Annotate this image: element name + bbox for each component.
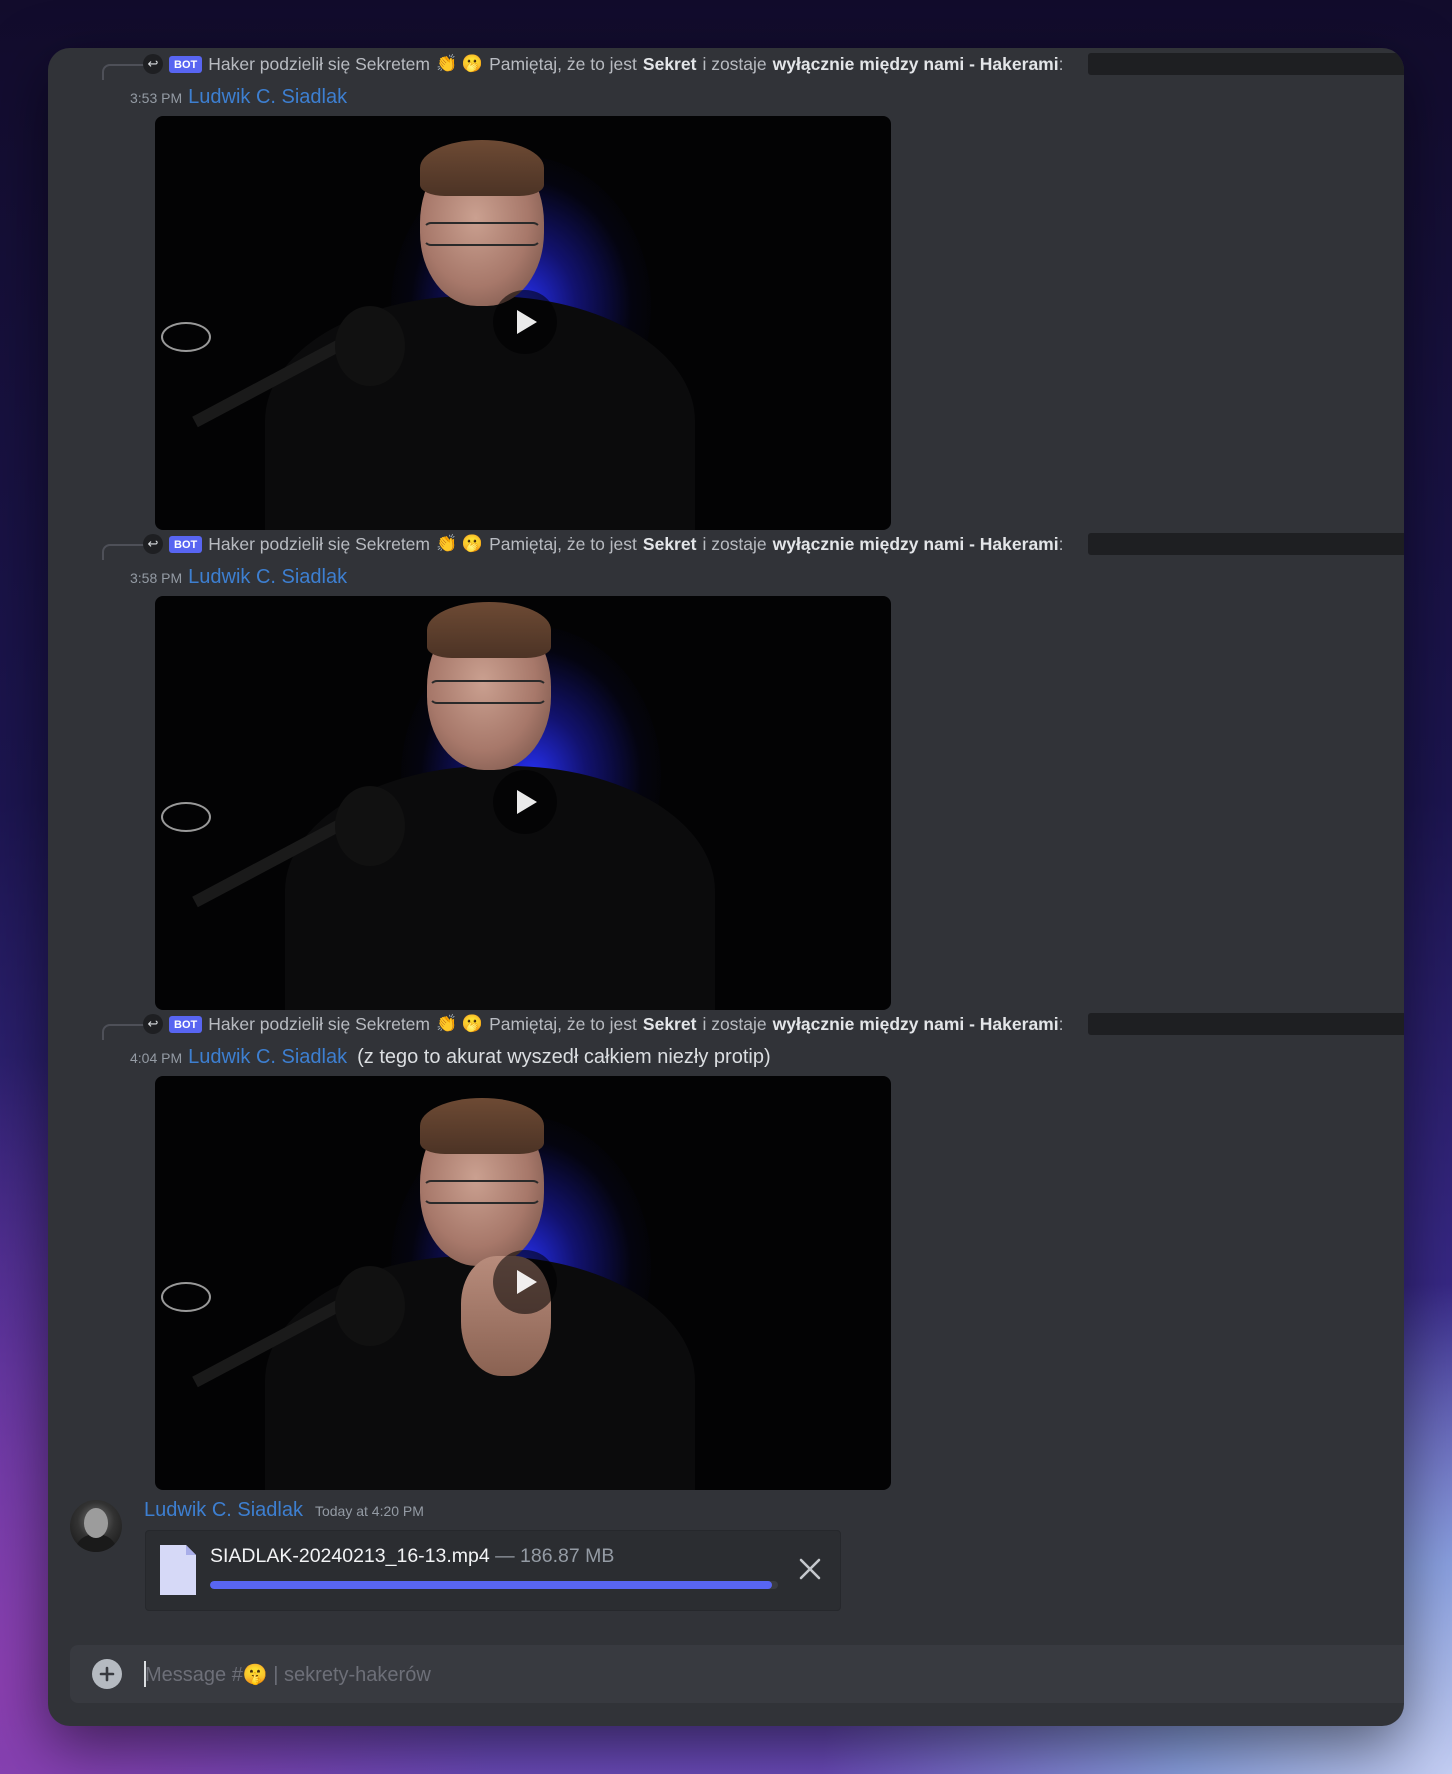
reply-lead-text: Haker podzielił się Sekretem: [208, 1013, 430, 1034]
reply-lead-text: Haker podzielił się Sekretem: [208, 53, 430, 74]
spoiler-block[interactable]: [1088, 533, 1404, 555]
message-timestamp: Today at 4:20 PM: [314, 1503, 424, 1519]
bot-tag: BOT: [169, 1015, 203, 1033]
message-timestamp: 3:58 PM: [130, 570, 183, 586]
upload-file-label: SIADLAK-20240213_16-13.mp4 — 186.87 MB: [210, 1545, 614, 1568]
video-microphone: [335, 1266, 405, 1346]
reply-colon: :: [1058, 53, 1064, 74]
author-name[interactable]: Ludwik C. Siadlak: [188, 1046, 347, 1069]
video-hair: [427, 602, 551, 658]
video-microphone: [335, 306, 405, 386]
reply-mid-text-2: i zostaje: [702, 533, 767, 554]
plus-icon: [99, 1666, 115, 1682]
video-torso: [265, 296, 695, 530]
author-name[interactable]: Ludwik C. Siadlak: [188, 566, 347, 589]
reply-bold-1: Sekret: [642, 53, 697, 74]
video-glasses: [429, 680, 547, 704]
message-timestamp: 4:04 PM: [130, 1050, 183, 1066]
video-mic-clip: [161, 1282, 211, 1312]
upload-progress-card: SIADLAK-20240213_16-13.mp4 — 186.87 MB: [145, 1530, 841, 1611]
video-attachment[interactable]: [155, 116, 891, 530]
reply-bold-2: wyłącznie między nami - Hakerami: [772, 1013, 1059, 1034]
chat-window: ↩ BOT Haker podzielił się Sekretem 👏 🫢 P…: [48, 48, 1404, 1726]
play-button[interactable]: [493, 290, 557, 354]
reply-arrow-icon: ↩: [143, 54, 163, 74]
play-icon: [517, 1270, 537, 1294]
reply-emojis: 👏 🫢: [436, 534, 484, 553]
message-composer[interactable]: Message #🤫 | sekrety-hakerów: [70, 1645, 1404, 1703]
video-attachment[interactable]: [155, 596, 891, 1010]
author-name[interactable]: Ludwik C. Siadlak: [144, 1499, 303, 1522]
reply-lead-text: Haker podzielił się Sekretem: [208, 533, 430, 554]
video-mic-clip: [161, 802, 211, 832]
video-hair: [420, 1098, 544, 1154]
reply-mid-text: Pamiętaj, że to jest: [489, 533, 637, 554]
reply-mid-text-2: i zostaje: [702, 53, 767, 74]
spoiler-block[interactable]: [1088, 53, 1404, 75]
attach-plus-button[interactable]: [92, 1659, 122, 1689]
file-name: SIADLAK-20240213_16-13.mp4: [210, 1545, 490, 1567]
placeholder-channel: | sekrety-hakerów: [267, 1664, 431, 1686]
reply-colon: :: [1058, 533, 1064, 554]
message-header: 3:53 PM Ludwik C. Siadlak: [130, 86, 347, 112]
reply-arrow-icon: ↩: [143, 534, 163, 554]
reply-arrow-icon: ↩: [143, 1014, 163, 1034]
reply-bold-1: Sekret: [642, 1013, 697, 1034]
reply-preview[interactable]: ↩ BOT Haker podzielił się Sekretem 👏 🫢 P…: [102, 1012, 1404, 1040]
message-timestamp: 3:53 PM: [130, 90, 183, 106]
reply-bold-2: wyłącznie między nami - Hakerami: [772, 53, 1059, 74]
reply-bold-1: Sekret: [642, 533, 697, 554]
video-glasses: [423, 1180, 541, 1204]
reply-mid-text-2: i zostaje: [702, 1013, 767, 1034]
reply-preview[interactable]: ↩ BOT Haker podzielił się Sekretem 👏 🫢 P…: [102, 532, 1404, 560]
video-attachment[interactable]: [155, 1076, 891, 1490]
reply-emojis: 👏 🫢: [436, 1014, 484, 1033]
avatar[interactable]: [70, 1500, 122, 1552]
upload-progress-fill: [210, 1581, 773, 1589]
spoiler-block[interactable]: [1088, 1013, 1404, 1035]
video-mic-clip: [161, 322, 211, 352]
bot-tag: BOT: [169, 535, 203, 553]
reply-preview[interactable]: ↩ BOT Haker podzielił się Sekretem 👏 🫢 P…: [102, 52, 1404, 80]
play-button[interactable]: [493, 1250, 557, 1314]
upload-message-header: Ludwik C. Siadlak Today at 4:20 PM: [144, 1499, 424, 1522]
file-icon: [160, 1545, 196, 1595]
message-header: 4:04 PM Ludwik C. Siadlak (z tego to aku…: [130, 1046, 771, 1072]
reply-colon: :: [1058, 1013, 1064, 1034]
play-icon: [517, 790, 537, 814]
message-header: 3:58 PM Ludwik C. Siadlak: [130, 566, 347, 592]
author-name[interactable]: Ludwik C. Siadlak: [188, 86, 347, 109]
video-hair: [420, 140, 544, 196]
reply-mid-text: Pamiętaj, że to jest: [489, 1013, 637, 1034]
placeholder-emoji: 🤫: [242, 1664, 268, 1686]
bot-tag: BOT: [169, 55, 203, 73]
file-size: — 186.87 MB: [489, 1545, 615, 1567]
avatar-face: [84, 1508, 108, 1538]
video-glasses: [423, 222, 541, 246]
message-input-placeholder[interactable]: Message #🤫 | sekrety-hakerów: [145, 1662, 431, 1687]
video-microphone: [335, 786, 405, 866]
reply-bold-2: wyłącznie między nami - Hakerami: [772, 533, 1059, 554]
play-button[interactable]: [493, 770, 557, 834]
message-text: (z tego to akurat wyszedł całkiem niezły…: [357, 1046, 771, 1068]
upload-progress-bar: [210, 1581, 778, 1589]
close-icon[interactable]: [795, 1554, 825, 1584]
reply-mid-text: Pamiętaj, że to jest: [489, 53, 637, 74]
play-icon: [517, 310, 537, 334]
reply-emojis: 👏 🫢: [436, 54, 484, 73]
placeholder-prefix: Message #: [145, 1664, 243, 1686]
